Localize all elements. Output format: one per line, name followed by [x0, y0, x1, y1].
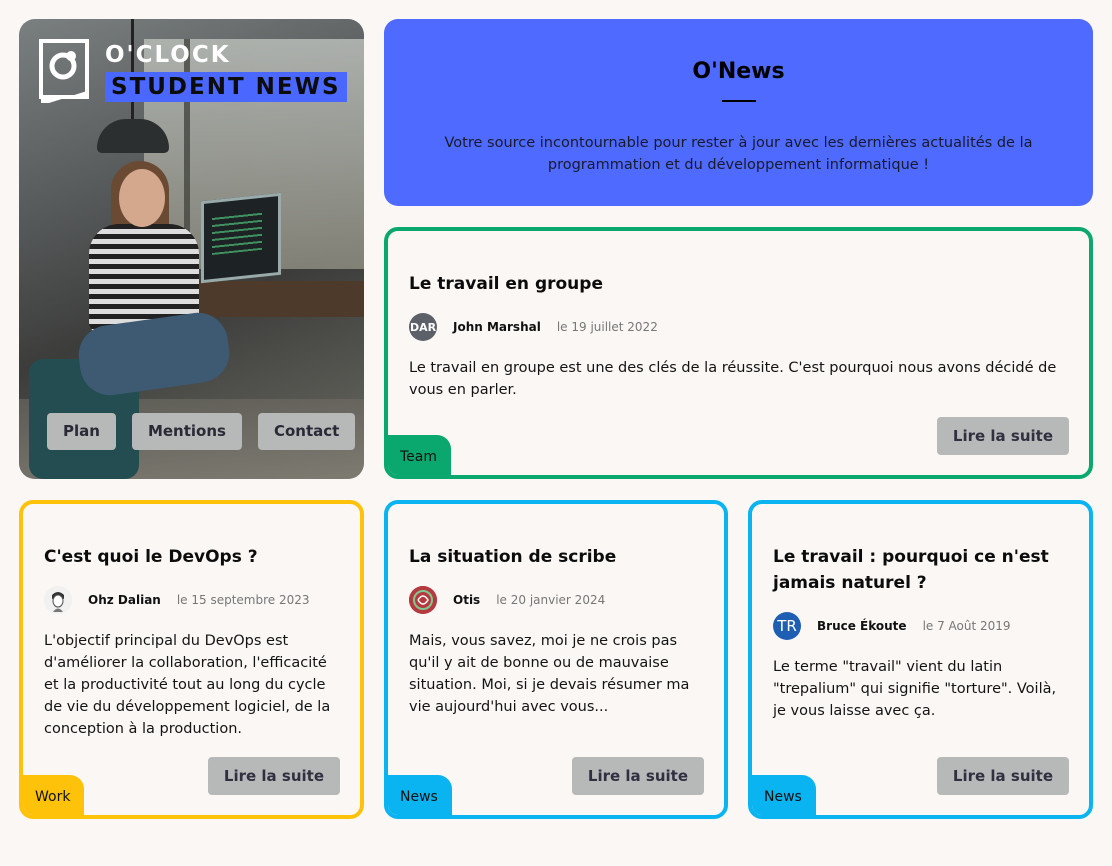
author-avatar — [409, 586, 437, 614]
hero-photo-laptop — [201, 192, 281, 284]
article-excerpt: Le terme "travail" vient du latin "trepa… — [773, 659, 1057, 719]
article-date: le 20 janvier 2024 — [496, 593, 606, 607]
brand-text: O'CLOCK STUDENT NEWS — [105, 39, 347, 102]
read-more-button[interactable]: Lire la suite — [936, 417, 1069, 455]
article-title[interactable]: C'est quoi le DevOps ? — [44, 544, 342, 570]
intro-banner: O'News Votre source incontournable pour … — [384, 19, 1093, 206]
article-title[interactable]: Le travail : pourquoi ce n'est jamais na… — [773, 544, 1071, 596]
nav-mentions-button[interactable]: Mentions — [131, 413, 242, 450]
article-excerpt: Mais, vous savez, moi je ne crois pas qu… — [409, 633, 690, 715]
article-author[interactable]: John Marshal — [453, 320, 541, 334]
read-more-button[interactable]: Lire la suite — [936, 757, 1069, 795]
category-tag[interactable]: News — [752, 775, 816, 815]
brand-subtitle: STUDENT NEWS — [105, 72, 347, 102]
article-excerpt: L'objectif principal du DevOps est d'amé… — [44, 633, 331, 737]
read-more-button[interactable]: Lire la suite — [207, 757, 340, 795]
article-author[interactable]: Bruce Ékoute — [817, 619, 907, 633]
author-avatar — [44, 586, 72, 614]
article-card: Le travail : pourquoi ce n'est jamais na… — [748, 500, 1093, 819]
article-date: le 15 septembre 2023 — [176, 593, 310, 607]
page-title: O'News — [692, 59, 785, 84]
article-title[interactable]: La situation de scribe — [409, 544, 706, 570]
brand-name: O'CLOCK — [105, 42, 231, 68]
article-author[interactable]: Ohz Dalian — [88, 593, 161, 607]
category-tag[interactable]: Team — [388, 435, 452, 475]
nav-plan-button[interactable]: Plan — [47, 413, 116, 450]
article-card: C'est quoi le DevOps ? Ohz Dalian le 15 … — [19, 500, 364, 819]
author-portrait-icon — [44, 586, 72, 614]
hero-photo-face — [119, 169, 165, 227]
article-date: le 19 juillet 2022 — [556, 320, 658, 334]
oclock-logo-icon — [39, 39, 89, 103]
article-card: Le travail en groupe DAR John Marshal le… — [384, 227, 1093, 479]
nav-contact-button[interactable]: Contact — [257, 413, 356, 450]
article-card: La situation de scribe Otis le 20 janvie… — [384, 500, 728, 819]
author-avatar: TR — [773, 612, 801, 640]
article-title[interactable]: Le travail en groupe — [409, 271, 1065, 297]
article-meta: TR Bruce Ékoute le 7 Août 2019 — [773, 612, 1071, 640]
author-avatar: DAR — [409, 313, 437, 341]
category-tag[interactable]: News — [388, 775, 452, 815]
avatar-initials: DAR — [409, 320, 437, 334]
brand[interactable]: O'CLOCK STUDENT NEWS — [39, 39, 347, 103]
article-author[interactable]: Otis — [453, 593, 480, 607]
intro-description: Votre source incontournable pour rester … — [444, 135, 1033, 173]
article-meta: Ohz Dalian le 15 septembre 2023 — [44, 586, 342, 614]
category-tag[interactable]: Work — [23, 775, 85, 815]
read-more-button[interactable]: Lire la suite — [571, 757, 704, 795]
main-nav: Plan Mentions Contact — [47, 413, 356, 450]
author-portrait-icon — [409, 586, 437, 614]
title-divider — [721, 100, 756, 102]
hero-card: O'CLOCK STUDENT NEWS Plan Mentions Conta… — [19, 19, 364, 479]
article-meta: Otis le 20 janvier 2024 — [409, 586, 706, 614]
avatar-initials: TR — [777, 617, 797, 635]
article-date: le 7 Août 2019 — [922, 619, 1011, 633]
article-excerpt: Le travail en groupe est une des clés de… — [409, 360, 1057, 398]
article-meta: DAR John Marshal le 19 juillet 2022 — [409, 313, 1065, 341]
